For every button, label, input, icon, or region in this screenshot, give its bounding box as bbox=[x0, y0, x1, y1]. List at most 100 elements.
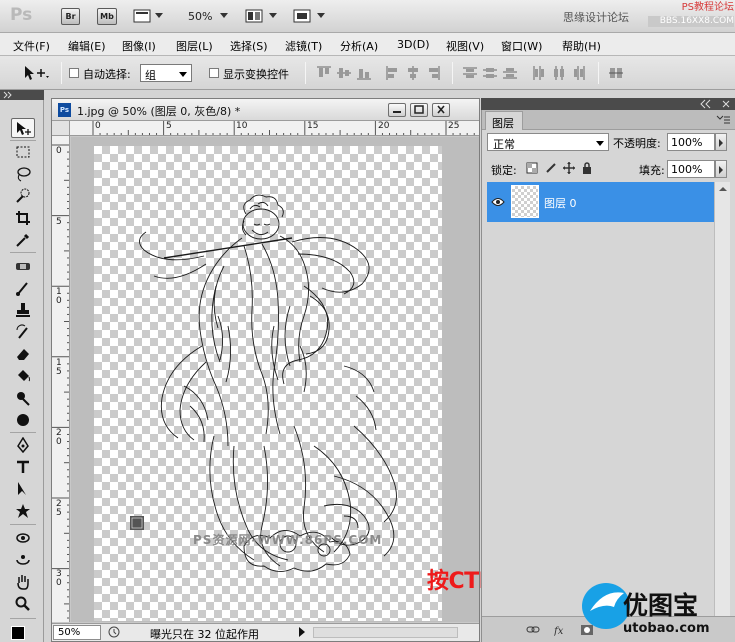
launch-minibridge-button[interactable]: Mb bbox=[97, 8, 117, 25]
blend-mode-select[interactable]: 正常 bbox=[487, 133, 609, 151]
layer-name[interactable]: 图层 0 bbox=[544, 195, 577, 211]
document-titlebar[interactable]: Ps 1.jpg @ 50% (图层 0, 灰色/8) * bbox=[52, 99, 479, 121]
paint-bucket-tool[interactable] bbox=[11, 366, 35, 386]
layer-style-fx-icon[interactable]: fx bbox=[553, 624, 568, 637]
eye-icon[interactable] bbox=[491, 197, 505, 207]
align-left-icon[interactable] bbox=[385, 65, 401, 81]
tools-panel-header[interactable] bbox=[0, 90, 44, 100]
clone-stamp-tool[interactable] bbox=[11, 300, 35, 320]
foreground-color-swatch[interactable] bbox=[11, 626, 25, 640]
screen-mode-dropdown[interactable] bbox=[317, 13, 325, 18]
eraser-tool[interactable] bbox=[11, 344, 35, 364]
tab-layers[interactable]: 图层 bbox=[485, 111, 523, 130]
scroll-up-icon[interactable] bbox=[716, 184, 730, 194]
distribute-vertical-center-icon[interactable] bbox=[482, 65, 498, 81]
align-bottom-icon[interactable] bbox=[356, 65, 372, 81]
menu-image[interactable]: 图像(I) bbox=[122, 38, 156, 54]
layers-scrollbar[interactable] bbox=[714, 182, 730, 616]
zoom-level[interactable]: 50% bbox=[188, 10, 212, 23]
menu-edit[interactable]: 编辑(E) bbox=[68, 38, 106, 54]
launch-bridge-button[interactable]: Br bbox=[61, 8, 80, 25]
status-zoom-field[interactable]: 50% bbox=[53, 625, 101, 640]
lasso-icon bbox=[17, 167, 31, 182]
distribute-horizontal-center-icon[interactable] bbox=[551, 65, 567, 81]
ruler-origin[interactable] bbox=[52, 121, 70, 136]
arrange-documents-icon[interactable] bbox=[245, 8, 263, 24]
dodge-tool[interactable] bbox=[11, 388, 35, 408]
close-panel-icon[interactable] bbox=[722, 100, 730, 108]
distribute-bottom-icon[interactable] bbox=[502, 65, 518, 81]
blur-tool[interactable] bbox=[11, 410, 35, 430]
menu-analysis[interactable]: 分析(A) bbox=[340, 38, 378, 54]
fill-input[interactable]: 100% bbox=[667, 160, 715, 178]
collapse-panels-icon[interactable] bbox=[697, 99, 717, 109]
document-ps-icon: Ps bbox=[58, 103, 71, 117]
type-tool[interactable] bbox=[11, 457, 35, 477]
status-info-icon[interactable] bbox=[108, 626, 120, 638]
spot-healing-tool[interactable] bbox=[11, 256, 35, 276]
quick-selection-tool[interactable] bbox=[11, 186, 35, 206]
move-tool[interactable] bbox=[11, 118, 35, 138]
custom-shape-tool[interactable] bbox=[11, 501, 35, 521]
lasso-tool[interactable] bbox=[11, 164, 35, 184]
distribute-right-icon[interactable] bbox=[571, 65, 587, 81]
horizontal-ruler[interactable]: 0 5 10 15 20 25 bbox=[70, 121, 479, 136]
view-extras-dropdown[interactable] bbox=[155, 13, 163, 18]
path-selection-tool[interactable] bbox=[11, 479, 35, 499]
distribute-top-icon[interactable] bbox=[462, 65, 478, 81]
view-extras-icon[interactable] bbox=[133, 8, 151, 24]
3d-rotate-tool[interactable] bbox=[11, 528, 35, 548]
align-horizontal-center-icon[interactable] bbox=[405, 65, 421, 81]
menu-layer[interactable]: 图层(L) bbox=[176, 38, 213, 54]
vertical-ruler[interactable]: 0 5 1 0 1 5 2 0 2 5 3 0 bbox=[52, 136, 70, 622]
lock-all-icon[interactable] bbox=[581, 162, 593, 174]
history-brush-tool[interactable] bbox=[11, 322, 35, 342]
eyedropper-tool[interactable] bbox=[11, 230, 35, 250]
opacity-input[interactable]: 100% bbox=[667, 133, 715, 151]
close-button[interactable] bbox=[432, 103, 450, 117]
opacity-slider-button[interactable] bbox=[715, 133, 727, 151]
fill-slider-button[interactable] bbox=[715, 160, 727, 178]
lock-position-icon[interactable] bbox=[563, 162, 575, 174]
menu-view[interactable]: 视图(V) bbox=[446, 38, 484, 54]
canvas-pasteboard[interactable]: PS资源网-WWW.86PS.COM bbox=[71, 137, 479, 622]
menu-file[interactable]: 文件(F) bbox=[13, 38, 50, 54]
lock-transparent-pixels-icon[interactable] bbox=[526, 162, 538, 174]
arrange-documents-dropdown[interactable] bbox=[269, 13, 277, 18]
crop-tool[interactable] bbox=[11, 208, 35, 228]
align-top-icon[interactable] bbox=[316, 65, 332, 81]
layer-thumbnail[interactable] bbox=[511, 185, 539, 218]
marquee-tool[interactable] bbox=[11, 142, 35, 162]
align-vertical-center-icon[interactable] bbox=[336, 65, 352, 81]
menu-filter[interactable]: 滤镜(T) bbox=[285, 38, 322, 54]
ruler-h-label: 25 bbox=[448, 121, 460, 131]
link-layers-icon[interactable] bbox=[526, 624, 540, 636]
auto-select-dropdown[interactable]: 组 bbox=[140, 64, 192, 82]
pen-tool[interactable] bbox=[11, 435, 35, 455]
show-transform-checkbox[interactable] bbox=[209, 68, 219, 78]
panel-menu-icon[interactable] bbox=[716, 115, 730, 125]
maximize-button[interactable] bbox=[410, 103, 428, 117]
lock-image-pixels-icon[interactable] bbox=[545, 162, 557, 174]
menu-help[interactable]: 帮助(H) bbox=[562, 38, 601, 54]
zoom-dropdown[interactable] bbox=[220, 13, 228, 18]
distribute-left-icon[interactable] bbox=[531, 65, 547, 81]
menu-3d[interactable]: 3D(D) bbox=[397, 38, 430, 51]
auto-align-layers-icon[interactable] bbox=[608, 65, 624, 81]
minimize-button[interactable] bbox=[388, 103, 406, 117]
layer-row[interactable]: 图层 0 bbox=[487, 182, 714, 222]
align-right-icon[interactable] bbox=[425, 65, 441, 81]
panel-dock-header[interactable] bbox=[481, 98, 735, 110]
brush-tool[interactable] bbox=[11, 278, 35, 298]
3d-orbit-tool[interactable] bbox=[11, 550, 35, 570]
status-menu-arrow-icon[interactable] bbox=[297, 626, 307, 638]
auto-select-checkbox[interactable] bbox=[69, 68, 79, 78]
horizontal-scrollbar[interactable] bbox=[313, 627, 458, 638]
hand-tool[interactable] bbox=[11, 572, 35, 592]
zoom-tool[interactable] bbox=[11, 594, 35, 614]
screen-mode-icon[interactable] bbox=[293, 8, 311, 24]
image-canvas[interactable]: PS资源网-WWW.86PS.COM bbox=[94, 146, 442, 621]
move-tool-preset-icon[interactable] bbox=[22, 64, 52, 82]
menu-window[interactable]: 窗口(W) bbox=[501, 38, 542, 54]
menu-select[interactable]: 选择(S) bbox=[230, 38, 268, 54]
